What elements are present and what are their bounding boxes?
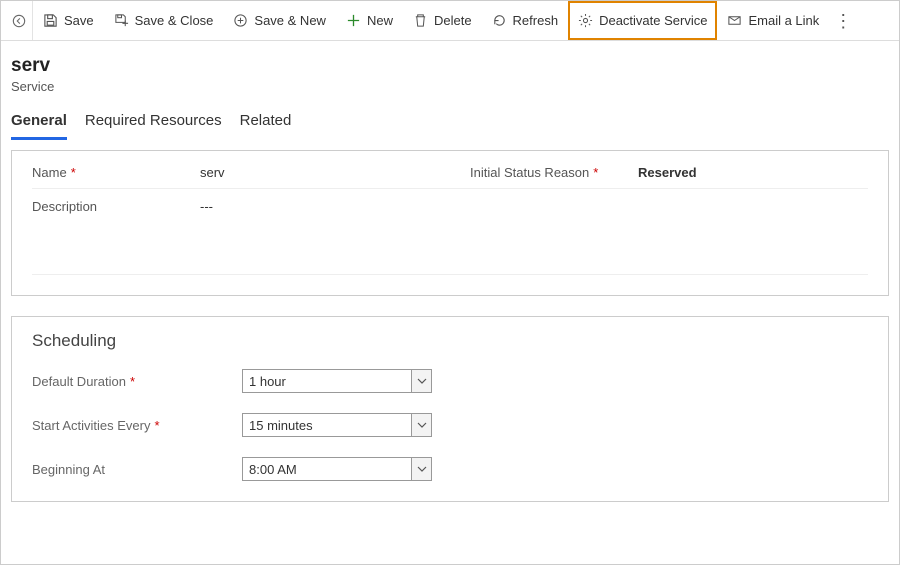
- required-mark: *: [130, 374, 135, 389]
- gear-icon: [578, 13, 593, 28]
- status-label: Initial Status Reason *: [470, 165, 630, 180]
- start-every-select[interactable]: 15 minutes: [242, 413, 432, 437]
- save-close-icon: [114, 13, 129, 28]
- description-field[interactable]: ---: [192, 199, 868, 214]
- more-commands-button[interactable]: ⋮: [829, 1, 857, 40]
- tab-general[interactable]: General: [11, 112, 67, 140]
- record-entity: Service: [11, 79, 889, 94]
- save-button[interactable]: Save: [33, 1, 104, 40]
- chevron-down-icon: [411, 458, 431, 480]
- more-vertical-icon: ⋮: [834, 12, 852, 30]
- delete-button[interactable]: Delete: [403, 1, 482, 40]
- command-bar: Save Save & Close Save & New New Delete …: [1, 1, 899, 41]
- back-button[interactable]: [5, 1, 33, 40]
- tab-bar: General Required Resources Related: [1, 98, 899, 140]
- delete-label: Delete: [434, 13, 472, 28]
- beginning-at-value: 8:00 AM: [249, 462, 297, 477]
- mail-icon: [727, 13, 742, 28]
- new-label: New: [367, 13, 393, 28]
- tab-required-resources[interactable]: Required Resources: [85, 112, 222, 140]
- default-duration-value: 1 hour: [249, 374, 286, 389]
- status-field[interactable]: Reserved: [630, 165, 868, 180]
- deactivate-label: Deactivate Service: [599, 13, 707, 28]
- trash-icon: [413, 13, 428, 28]
- general-panel: Name * serv Initial Status Reason * Rese…: [11, 150, 889, 296]
- back-icon: [12, 14, 26, 28]
- scheduling-panel: Scheduling Default Duration* 1 hour Star…: [11, 316, 889, 502]
- save-close-label: Save & Close: [135, 13, 214, 28]
- save-label: Save: [64, 13, 94, 28]
- refresh-label: Refresh: [513, 13, 559, 28]
- required-mark: *: [154, 418, 159, 433]
- save-icon: [43, 13, 58, 28]
- refresh-icon: [492, 13, 507, 28]
- refresh-button[interactable]: Refresh: [482, 1, 569, 40]
- beginning-at-label: Beginning At: [32, 462, 242, 477]
- email-link-button[interactable]: Email a Link: [717, 1, 829, 40]
- description-label: Description: [32, 199, 192, 214]
- tab-related[interactable]: Related: [240, 112, 292, 140]
- save-new-label: Save & New: [254, 13, 326, 28]
- beginning-at-select[interactable]: 8:00 AM: [242, 457, 432, 481]
- new-button[interactable]: New: [336, 1, 403, 40]
- plus-icon: [346, 13, 361, 28]
- record-title: serv: [11, 55, 889, 77]
- app-frame: Save Save & Close Save & New New Delete …: [0, 0, 900, 565]
- scheduling-heading: Scheduling: [32, 331, 868, 351]
- save-new-button[interactable]: Save & New: [223, 1, 336, 40]
- required-mark: *: [593, 165, 598, 180]
- start-every-label: Start Activities Every*: [32, 418, 242, 433]
- required-mark: *: [71, 165, 76, 180]
- record-header: serv Service: [1, 41, 899, 98]
- chevron-down-icon: [411, 370, 431, 392]
- chevron-down-icon: [411, 414, 431, 436]
- save-close-button[interactable]: Save & Close: [104, 1, 224, 40]
- form-content: Name * serv Initial Status Reason * Rese…: [1, 140, 899, 512]
- deactivate-service-button[interactable]: Deactivate Service: [568, 1, 717, 40]
- default-duration-select[interactable]: 1 hour: [242, 369, 432, 393]
- save-new-icon: [233, 13, 248, 28]
- name-field[interactable]: serv: [192, 165, 430, 180]
- start-every-value: 15 minutes: [249, 418, 313, 433]
- default-duration-label: Default Duration*: [32, 374, 242, 389]
- name-label: Name *: [32, 165, 192, 180]
- email-link-label: Email a Link: [748, 13, 819, 28]
